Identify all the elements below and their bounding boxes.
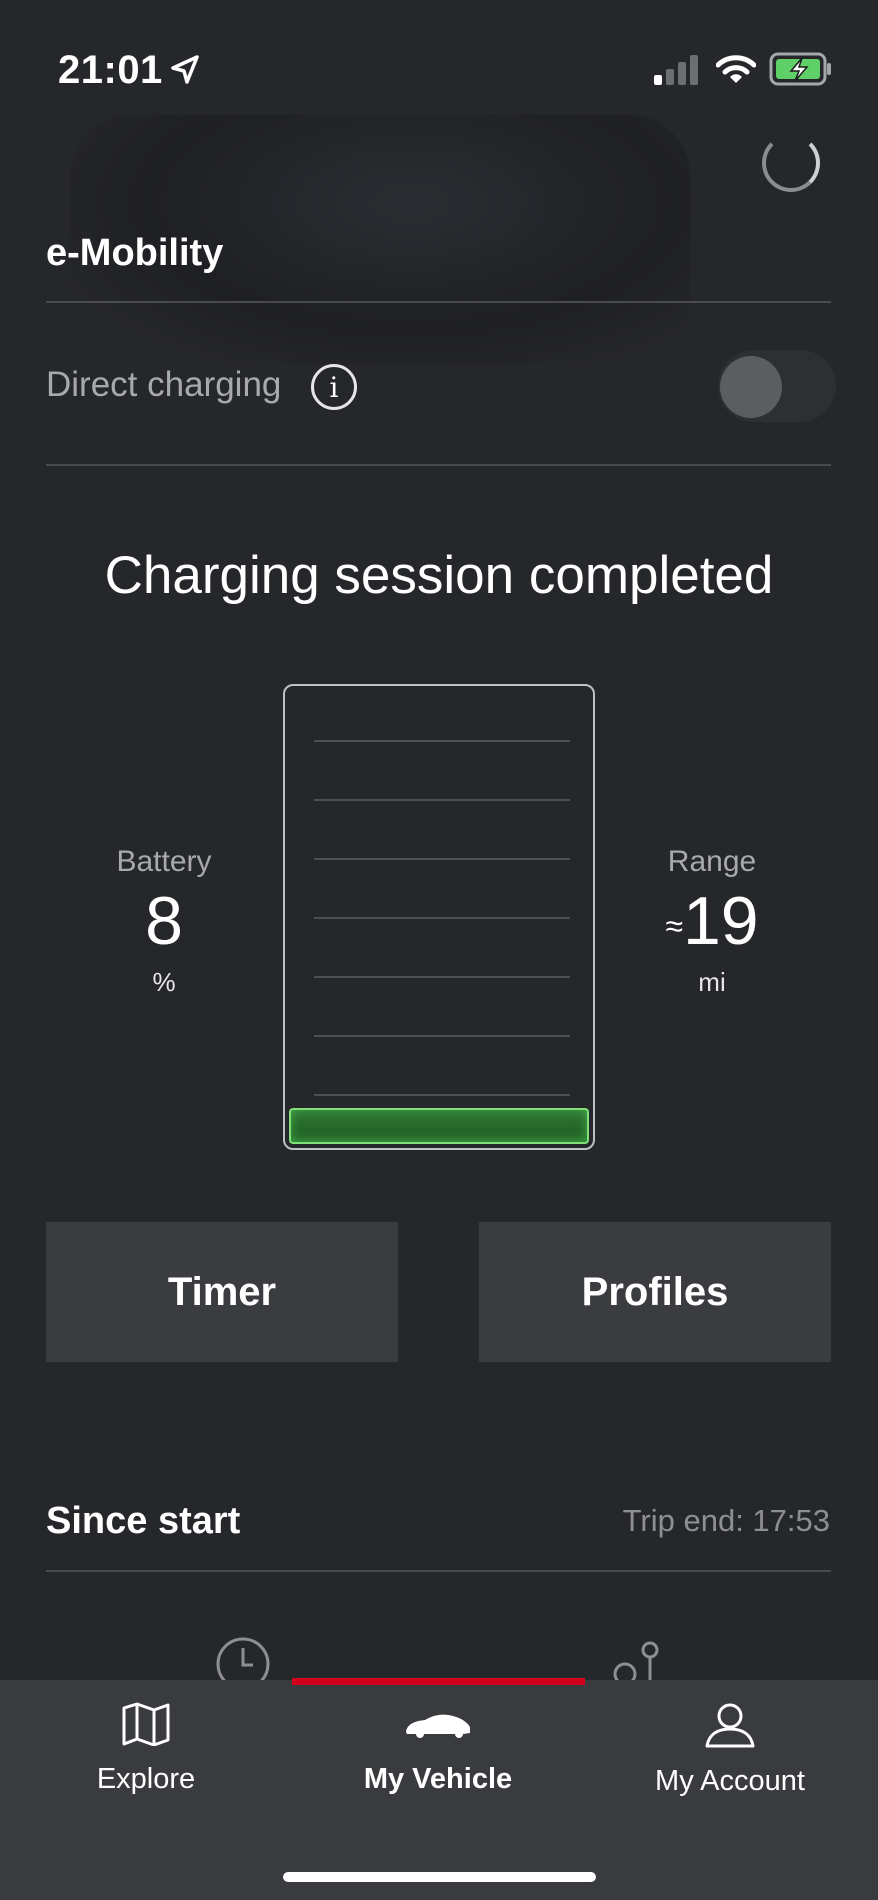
tab-my-account[interactable]: My Account <box>584 1702 876 1798</box>
map-icon <box>122 1702 170 1747</box>
divider <box>46 464 831 466</box>
battery-unit: % <box>152 967 176 997</box>
charging-status-headline: Charging session completed <box>104 546 774 605</box>
timer-button[interactable]: Timer <box>46 1222 398 1362</box>
battery-charging-icon <box>769 52 831 86</box>
clock-icon <box>216 1637 270 1680</box>
divider <box>46 1570 831 1572</box>
battery-stat: Battery 8 % <box>84 845 244 998</box>
gauge-line <box>314 858 570 860</box>
refresh-spinner-icon[interactable] <box>762 134 820 192</box>
wifi-icon <box>716 55 756 83</box>
route-pin-icon <box>613 1641 659 1680</box>
gauge-line <box>314 740 570 742</box>
range-value: 19 <box>682 883 759 959</box>
car-icon <box>406 1714 470 1738</box>
home-indicator <box>283 1872 596 1882</box>
info-icon-glyph: i <box>329 370 339 404</box>
signal-icon <box>654 55 698 85</box>
range-approx-symbol: ≈ <box>665 908 683 945</box>
battery-label: Battery <box>116 845 212 878</box>
trip-section-title: Since start <box>46 1500 241 1542</box>
profiles-button[interactable]: Profiles <box>479 1222 831 1362</box>
direct-charging-toggle[interactable] <box>718 350 836 422</box>
page-title: e-Mobility <box>46 232 224 274</box>
tab-label-my-account: My Account <box>655 1765 805 1797</box>
location-arrow-icon <box>171 55 199 84</box>
battery-gauge <box>283 684 595 1150</box>
gauge-line <box>314 976 570 978</box>
gauge-line <box>314 799 570 801</box>
status-time: 21:01 <box>58 48 163 92</box>
gauge-line <box>314 1094 570 1096</box>
tab-label-my-vehicle: My Vehicle <box>363 1763 513 1795</box>
tab-my-vehicle[interactable]: My Vehicle <box>292 1702 584 1796</box>
range-label: Range <box>667 845 757 878</box>
direct-charging-label: Direct charging <box>46 365 282 404</box>
divider <box>46 301 831 303</box>
range-stat: Range ≈19 mi <box>632 845 792 998</box>
range-unit: mi <box>698 967 726 997</box>
tab-active-indicator <box>292 1678 585 1685</box>
toggle-knob <box>720 356 782 418</box>
person-icon <box>705 1703 755 1748</box>
battery-level-fill <box>289 1108 589 1144</box>
tab-label-explore: Explore <box>96 1763 196 1795</box>
battery-value: 8 <box>145 883 183 959</box>
gauge-line <box>314 1035 570 1037</box>
range-value-row: ≈19 <box>632 887 792 955</box>
gauge-line <box>314 917 570 919</box>
info-icon[interactable]: i <box>311 364 357 410</box>
trip-end-time: Trip end: 17:53 <box>622 1503 830 1538</box>
tab-explore[interactable]: Explore <box>0 1702 292 1796</box>
